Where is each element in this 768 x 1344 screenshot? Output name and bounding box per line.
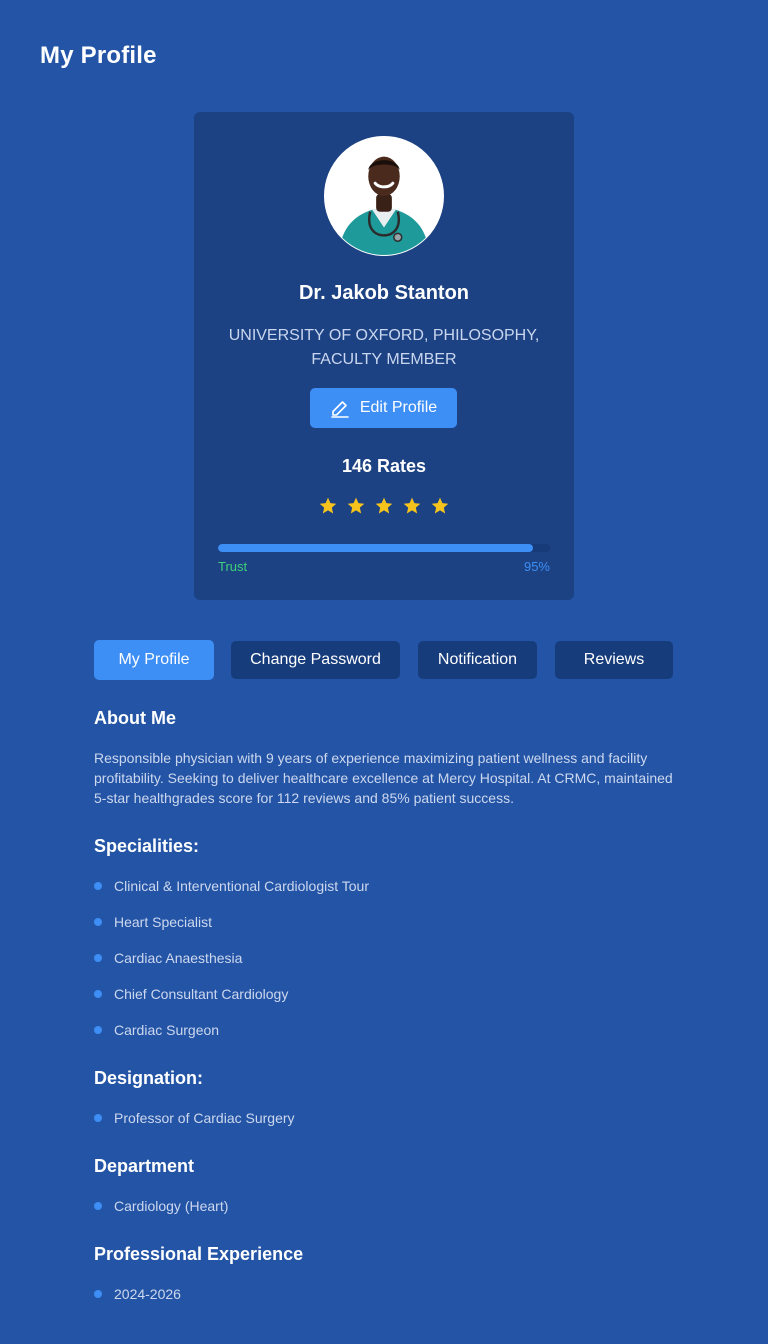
star-icon — [431, 497, 449, 514]
professional-experience-heading: Professional Experience — [94, 1244, 304, 1264]
designation-heading: Designation: — [94, 1068, 204, 1088]
pencil-icon — [331, 401, 349, 418]
tab-label: Notification — [437, 651, 518, 668]
page-title: My Profile — [40, 42, 157, 69]
edit-profile-button[interactable]: Edit Profile — [310, 388, 457, 428]
list-item: Clinical & Interventional Cardiologist T… — [94, 876, 369, 912]
star-icon — [319, 497, 337, 514]
bullet-dot — [94, 918, 102, 926]
list-item: Cardiology (Heart) — [94, 1196, 228, 1232]
bullet-dot — [94, 954, 102, 962]
profile-page: My Profile Dr. Jakob Stanton UNIVERSITY … — [0, 0, 768, 1344]
tab-change-password[interactable]: Change Password — [231, 641, 400, 679]
star-icon — [403, 497, 421, 514]
tab-reviews[interactable]: Reviews — [555, 641, 673, 679]
list-item-text: 2024-2026 — [114, 1286, 181, 1302]
list-item: Chief Consultant Cardiology — [94, 984, 369, 1020]
list-item-text: Cardiac Surgeon — [114, 1022, 220, 1038]
designation-list: Professor of Cardiac Surgery — [94, 1108, 295, 1144]
specialities-heading: Specialities: — [94, 836, 200, 856]
avatar — [324, 136, 444, 256]
list-item-text: Professor of Cardiac Surgery — [114, 1110, 295, 1126]
about-me-text: Responsible physician with 9 years of ex… — [94, 750, 673, 806]
trust-progress-bar — [218, 544, 550, 552]
list-item-text: Clinical & Interventional Cardiologist T… — [114, 878, 369, 894]
profile-card: Dr. Jakob Stanton UNIVERSITY OF OXFORD, … — [194, 112, 574, 600]
experience-list: 2024-2026 — [94, 1284, 181, 1320]
bullet-dot — [94, 1290, 102, 1298]
list-item-text: Chief Consultant Cardiology — [114, 986, 289, 1002]
doctor-photo — [325, 137, 443, 255]
bullet-dot — [94, 990, 102, 998]
bullet-dot — [94, 882, 102, 890]
about-me-heading: About Me — [94, 708, 176, 728]
doctor-name: Dr. Jakob Stanton — [298, 282, 470, 304]
list-item-text: Heart Specialist — [114, 914, 213, 930]
bullet-dot — [94, 1202, 102, 1210]
star-icon — [375, 497, 393, 514]
list-item: Heart Specialist — [94, 912, 369, 948]
bullet-dot — [94, 1026, 102, 1034]
tab-my-profile[interactable]: My Profile — [94, 640, 214, 680]
list-item-text: Cardiac Anaesthesia — [114, 950, 243, 966]
department-heading: Department — [94, 1156, 195, 1176]
list-item: 2024-2026 — [94, 1284, 181, 1320]
rates-count: 146 Rates — [341, 456, 427, 476]
bullet-dot — [94, 1114, 102, 1122]
trust-value: 95% — [523, 559, 550, 574]
star-icon — [347, 497, 365, 514]
list-item: Professor of Cardiac Surgery — [94, 1108, 295, 1144]
tab-notification[interactable]: Notification — [418, 641, 537, 679]
tab-label: Reviews — [583, 651, 645, 668]
star-rating — [194, 496, 574, 516]
trust-progress-fill — [218, 544, 534, 552]
doctor-affiliation: UNIVERSITY OF OXFORD, PHILOSOPHY, FACULT… — [228, 327, 540, 368]
tab-label: My Profile — [118, 651, 190, 668]
edit-profile-label: Edit Profile — [359, 399, 438, 416]
department-list: Cardiology (Heart) — [94, 1196, 228, 1232]
tab-label: Change Password — [250, 651, 381, 668]
trust-label: Trust — [218, 559, 248, 574]
list-item-text: Cardiology (Heart) — [114, 1198, 229, 1214]
list-item: Cardiac Anaesthesia — [94, 948, 369, 984]
list-item: Cardiac Surgeon — [94, 1020, 369, 1056]
specialities-list: Clinical & Interventional Cardiologist T… — [94, 876, 369, 1056]
